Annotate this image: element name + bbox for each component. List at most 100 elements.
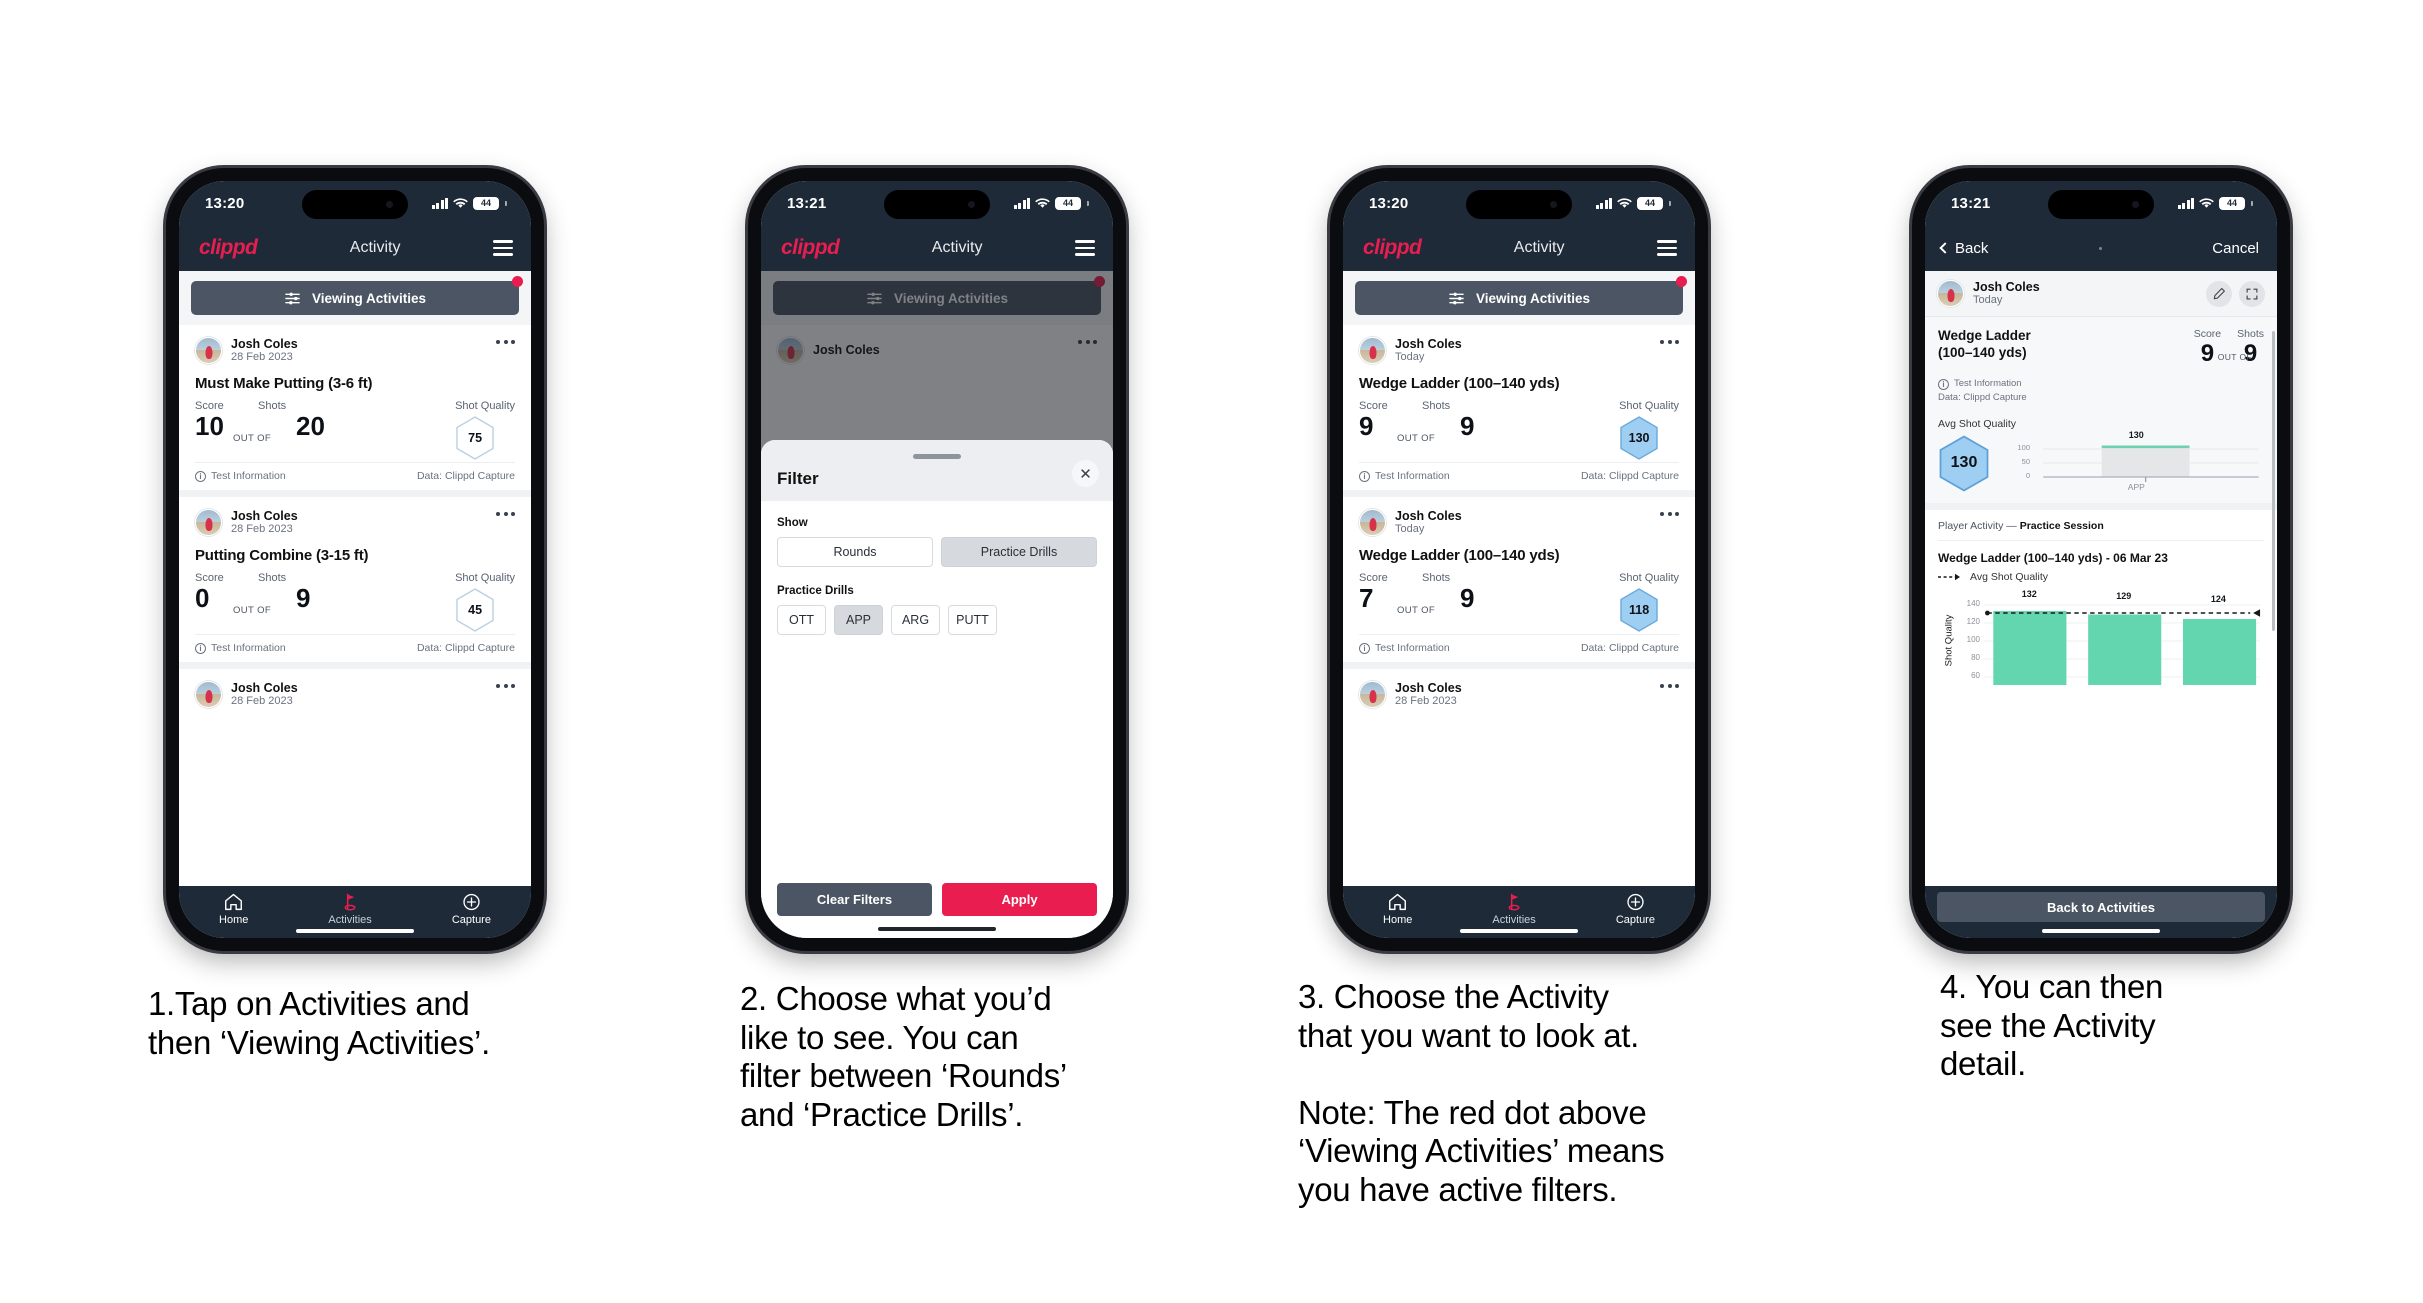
phone-wedge-ladder-list: 13:20 44 clippd Activity Viewing Activit…	[1330, 168, 1708, 951]
page-title: Activity	[1513, 239, 1565, 256]
clippd-logo: clippd	[781, 236, 840, 259]
expand-icon	[2246, 288, 2258, 299]
shot-quality-block: Shot Quality 118	[1619, 572, 1679, 632]
user-info: Josh Coles 28 Feb 2023	[231, 509, 298, 536]
test-information[interactable]: i Test Information	[1359, 642, 1450, 654]
tab-capture[interactable]: Capture	[452, 893, 491, 926]
card-menu-icon[interactable]	[496, 684, 515, 689]
card-menu-icon[interactable]	[496, 340, 515, 344]
user-info: Josh Coles Today	[1395, 509, 1462, 536]
chip-arg[interactable]: ARG	[891, 604, 940, 635]
test-information[interactable]: i Test Information	[195, 470, 286, 482]
activity-card[interactable]: Josh Coles 28 Feb 2023 Must Make Putting…	[179, 325, 531, 491]
sheet-grabber[interactable]	[913, 454, 961, 459]
active-filters-dot	[512, 276, 523, 287]
menu-icon[interactable]	[1075, 240, 1095, 256]
out-of-label: OUT OF	[233, 433, 272, 445]
scrollbar[interactable]	[2272, 331, 2275, 631]
shots-block: Shots 9	[1422, 572, 1542, 614]
home-indicator[interactable]	[878, 927, 996, 931]
card-header: Josh Coles 28 Feb 2023	[195, 681, 515, 709]
card-menu-icon[interactable]	[1660, 340, 1679, 344]
test-information-label: Test Information	[1375, 642, 1450, 655]
sliders-icon	[285, 292, 300, 304]
user-name: Josh Coles	[231, 337, 298, 351]
home-indicator[interactable]	[1460, 929, 1578, 933]
shots-value: 9	[1460, 583, 1475, 614]
close-icon[interactable]: ✕	[1072, 460, 1099, 487]
status-icons: 44	[1595, 196, 1671, 210]
status-bar: 13:20 44	[179, 181, 531, 225]
shot-quality-value: 75	[468, 431, 483, 446]
filter-bar-label: Viewing Activities	[311, 290, 427, 306]
tab-home[interactable]: Home	[1383, 893, 1412, 926]
test-information[interactable]: i Test Information	[1938, 377, 2264, 391]
bar-label-3: 124	[2210, 593, 2226, 604]
avatar	[1937, 280, 1964, 307]
activity-card[interactable]: Josh Coles Today Wedge Ladder (100–140 y…	[1343, 325, 1695, 491]
shot-quality-hexagon: 118	[1619, 588, 1659, 632]
chip-app[interactable]: APP	[834, 604, 883, 635]
tab-activities[interactable]: Activities	[1492, 893, 1536, 926]
home-indicator[interactable]	[296, 929, 414, 933]
status-bar: 13:21 44	[1925, 181, 2277, 225]
card-menu-icon[interactable]	[1660, 512, 1679, 517]
apply-button[interactable]: Apply	[942, 883, 1097, 916]
edit-button[interactable]	[2206, 280, 2232, 307]
expand-button[interactable]	[2239, 280, 2265, 307]
tab-home-label: Home	[219, 913, 249, 926]
activity-card[interactable]: Josh Coles 28 Feb 2023	[179, 669, 531, 709]
filter-bar-wrap: Viewing Activities	[1343, 271, 1695, 325]
clippd-logo: clippd	[1363, 236, 1422, 259]
back-button[interactable]: Back	[1939, 240, 1988, 257]
caption-step-2: 2. Choose what you’d like to see. You ca…	[740, 980, 1067, 1133]
mini-chart-ytick-100: 100	[2017, 442, 2030, 452]
screen: 13:20 44 clippd Activity Viewing Activit…	[1343, 181, 1695, 938]
card-menu-icon[interactable]	[1660, 684, 1679, 689]
activity-date: 28 Feb 2023	[1395, 695, 1457, 708]
avg-shot-quality-hexagon: 130	[1938, 435, 1990, 492]
user-name: Josh Coles	[231, 509, 298, 524]
chip-putt[interactable]: PUTT	[948, 604, 997, 635]
tab-capture[interactable]: Capture	[1616, 893, 1655, 926]
shot-quality-hexagon: 45	[455, 588, 495, 632]
show-label: Show	[777, 516, 808, 529]
chip-practice-drills[interactable]: Practice Drills	[941, 536, 1097, 567]
player-activity-section: Player Activity — Practice Session Wedge…	[1925, 502, 2277, 685]
drill-options: OTT APP ARG PUTT	[777, 604, 1097, 635]
card-stats: Score 7 Shots 9 OUT OF Shot Quality 118	[1359, 572, 1679, 632]
status-time: 13:20	[1369, 194, 1409, 212]
tab-activities-label: Activities	[328, 913, 372, 926]
menu-icon[interactable]	[493, 240, 513, 256]
cellular-signal-icon	[431, 197, 448, 209]
activity-card[interactable]: Josh Coles 28 Feb 2023 Putting Combine (…	[179, 497, 531, 663]
viewing-activities-button[interactable]: Viewing Activities	[191, 276, 523, 315]
battery-icon: 44	[2219, 196, 2245, 210]
home-indicator[interactable]	[2042, 929, 2160, 933]
activity-card[interactable]: Josh Coles 28 Feb 2023	[1343, 669, 1695, 709]
data-source-label: Data: Clippd Capture	[1938, 392, 2027, 404]
pencil-icon	[2213, 288, 2225, 300]
card-menu-icon[interactable]	[496, 512, 515, 517]
bar-label-2: 129	[2116, 590, 2132, 601]
shot-quality-block: Shot Quality 130	[1619, 400, 1679, 460]
caption-step-3: 3. Choose the Activity that you want to …	[1298, 978, 1665, 1209]
wifi-icon	[1035, 197, 1050, 209]
clear-filters-button[interactable]: Clear Filters	[777, 883, 932, 916]
chip-ott[interactable]: OTT	[777, 604, 826, 635]
test-information-label: Test Information	[1375, 470, 1450, 483]
golf-flag-icon	[344, 893, 356, 910]
viewing-activities-button[interactable]: Viewing Activities	[1355, 276, 1687, 315]
tab-activities[interactable]: Activities	[328, 893, 372, 926]
sliders-icon	[1449, 292, 1464, 304]
cancel-button[interactable]: Cancel	[2212, 240, 2259, 257]
chip-rounds[interactable]: Rounds	[777, 536, 933, 567]
activity-card[interactable]: Josh Coles Today Wedge Ladder (100–140 y…	[1343, 497, 1695, 663]
test-information[interactable]: i Test Information	[195, 642, 286, 654]
tab-home[interactable]: Home	[219, 893, 248, 926]
detail-header: Josh Coles Today	[1925, 271, 2277, 318]
menu-icon[interactable]	[1657, 240, 1677, 256]
test-information[interactable]: i Test Information	[1359, 470, 1450, 482]
clippd-logo: clippd	[199, 236, 258, 259]
back-to-activities-button[interactable]: Back to Activities	[1937, 892, 2265, 922]
